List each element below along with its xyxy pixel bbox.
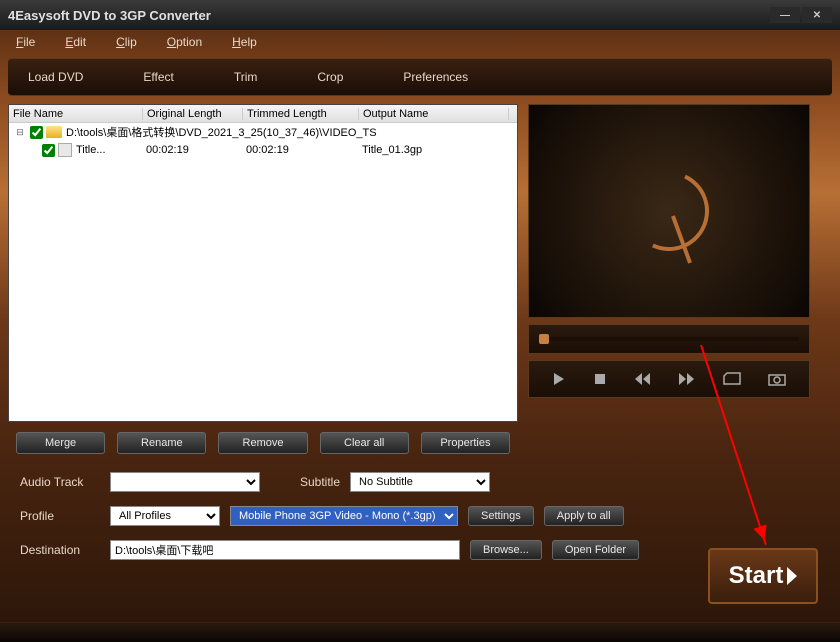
- preview-video: [528, 104, 810, 318]
- file-header: File Name Original Length Trimmed Length…: [9, 105, 517, 123]
- menu-file[interactable]: File: [16, 35, 35, 49]
- remove-button[interactable]: Remove: [218, 432, 307, 454]
- slider-thumb[interactable]: [539, 334, 549, 344]
- col-original-length[interactable]: Original Length: [143, 108, 243, 120]
- open-icon[interactable]: [723, 372, 741, 386]
- toolbar-effect[interactable]: Effect: [143, 70, 173, 84]
- audio-track-select[interactable]: [110, 472, 260, 492]
- browse-button[interactable]: Browse...: [470, 540, 542, 560]
- titlebar: 4Easysoft DVD to 3GP Converter — ✕: [0, 0, 840, 30]
- settings-button[interactable]: Settings: [468, 506, 534, 526]
- logo-icon: [618, 160, 721, 263]
- col-trimmed-length[interactable]: Trimmed Length: [243, 108, 359, 120]
- play-arrow-icon: [787, 567, 797, 585]
- app-title: 4Easysoft DVD to 3GP Converter: [8, 8, 211, 23]
- minimize-button[interactable]: —: [770, 7, 800, 23]
- profile-category-select[interactable]: All Profiles: [110, 506, 220, 526]
- toolbar: Load DVD Effect Trim Crop Preferences: [8, 58, 832, 96]
- close-button[interactable]: ✕: [802, 7, 832, 23]
- status-bar: [0, 622, 840, 642]
- subtitle-select[interactable]: No Subtitle: [350, 472, 490, 492]
- play-icon[interactable]: [552, 372, 566, 386]
- toolbar-crop[interactable]: Crop: [317, 70, 343, 84]
- menu-edit[interactable]: Edit: [65, 35, 86, 49]
- apply-to-all-button[interactable]: Apply to all: [544, 506, 624, 526]
- file-list[interactable]: File Name Original Length Trimmed Length…: [8, 104, 518, 422]
- folder-icon: [46, 126, 62, 138]
- col-output-name[interactable]: Output Name: [359, 108, 509, 120]
- menubar: File Edit Clip Option Help: [0, 30, 840, 54]
- start-button[interactable]: Start: [708, 548, 818, 604]
- rename-button[interactable]: Rename: [117, 432, 206, 454]
- menu-help[interactable]: Help: [232, 35, 257, 49]
- properties-button[interactable]: Properties: [421, 432, 510, 454]
- toolbar-load-dvd[interactable]: Load DVD: [28, 70, 83, 84]
- toolbar-preferences[interactable]: Preferences: [403, 70, 468, 84]
- open-folder-button[interactable]: Open Folder: [552, 540, 639, 560]
- destination-label: Destination: [20, 543, 100, 557]
- col-filename[interactable]: File Name: [9, 108, 143, 120]
- forward-icon[interactable]: [678, 372, 696, 386]
- menu-option[interactable]: Option: [167, 35, 202, 49]
- row-checkbox[interactable]: [30, 126, 43, 139]
- clear-all-button[interactable]: Clear all: [320, 432, 409, 454]
- preview-controls: [528, 360, 810, 398]
- row-filename: Title...: [76, 144, 146, 156]
- menu-clip[interactable]: Clip: [116, 35, 137, 49]
- rewind-icon[interactable]: [634, 372, 652, 386]
- stop-icon[interactable]: [593, 372, 607, 386]
- snapshot-icon[interactable]: [768, 372, 786, 386]
- subtitle-label: Subtitle: [300, 475, 340, 489]
- audio-track-label: Audio Track: [20, 475, 100, 489]
- row-orig-length: 00:02:19: [146, 144, 246, 156]
- profile-format-select[interactable]: Mobile Phone 3GP Video - Mono (*.3gp): [230, 506, 458, 526]
- file-row[interactable]: Title... 00:02:19 00:02:19 Title_01.3gp: [9, 141, 517, 159]
- preview-slider[interactable]: [528, 324, 810, 354]
- file-icon: [58, 143, 72, 157]
- file-row[interactable]: ⊟ D:\tools\桌面\格式转换\DVD_2021_3_25(10_37_4…: [9, 123, 517, 141]
- destination-input[interactable]: [110, 540, 460, 560]
- profile-label: Profile: [20, 509, 100, 523]
- row-output-name: Title_01.3gp: [362, 144, 422, 156]
- row-filename: D:\tools\桌面\格式转换\DVD_2021_3_25(10_37_46)…: [66, 124, 377, 140]
- tree-collapse-icon[interactable]: ⊟: [13, 127, 27, 138]
- row-trim-length: 00:02:19: [246, 144, 362, 156]
- merge-button[interactable]: Merge: [16, 432, 105, 454]
- row-checkbox[interactable]: [42, 144, 55, 157]
- toolbar-trim[interactable]: Trim: [234, 70, 258, 84]
